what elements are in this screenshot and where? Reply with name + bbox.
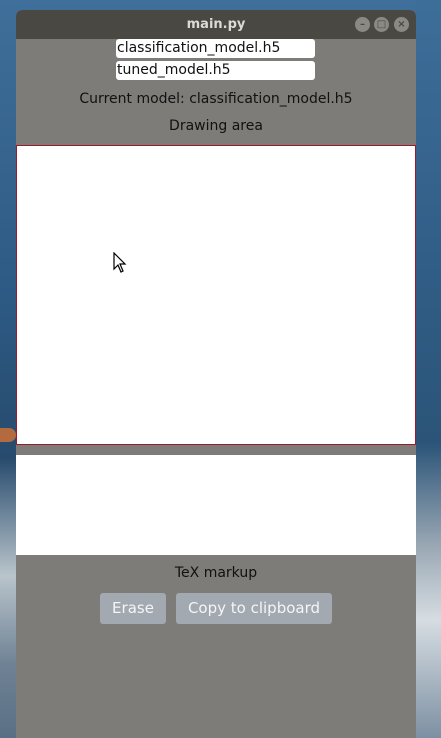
app-window: main.py – □ × classification_model.h5 tu… — [16, 10, 416, 738]
mouse-pointer-icon — [113, 252, 127, 273]
drawing-canvas[interactable] — [16, 145, 416, 445]
current-model-label: Current model: classification_model.h5 — [79, 91, 353, 107]
desktop-background-left — [0, 0, 16, 738]
model-option-tuned[interactable]: tuned_model.h5 — [116, 61, 315, 80]
maximize-icon[interactable]: □ — [374, 17, 389, 32]
tex-output-area[interactable] — [16, 455, 416, 555]
copy-to-clipboard-button[interactable]: Copy to clipboard — [176, 593, 332, 624]
drawing-area-label: Drawing area — [169, 118, 263, 134]
minimize-icon[interactable]: – — [355, 17, 370, 32]
desktop-background-right — [416, 0, 441, 738]
close-icon[interactable]: × — [394, 17, 409, 32]
tex-markup-label: TeX markup — [174, 565, 258, 581]
title-bar[interactable]: main.py – □ × — [16, 10, 416, 39]
erase-button[interactable]: Erase — [100, 593, 166, 624]
model-option-classification[interactable]: classification_model.h5 — [116, 39, 315, 58]
desktop-background-detail — [0, 428, 16, 442]
